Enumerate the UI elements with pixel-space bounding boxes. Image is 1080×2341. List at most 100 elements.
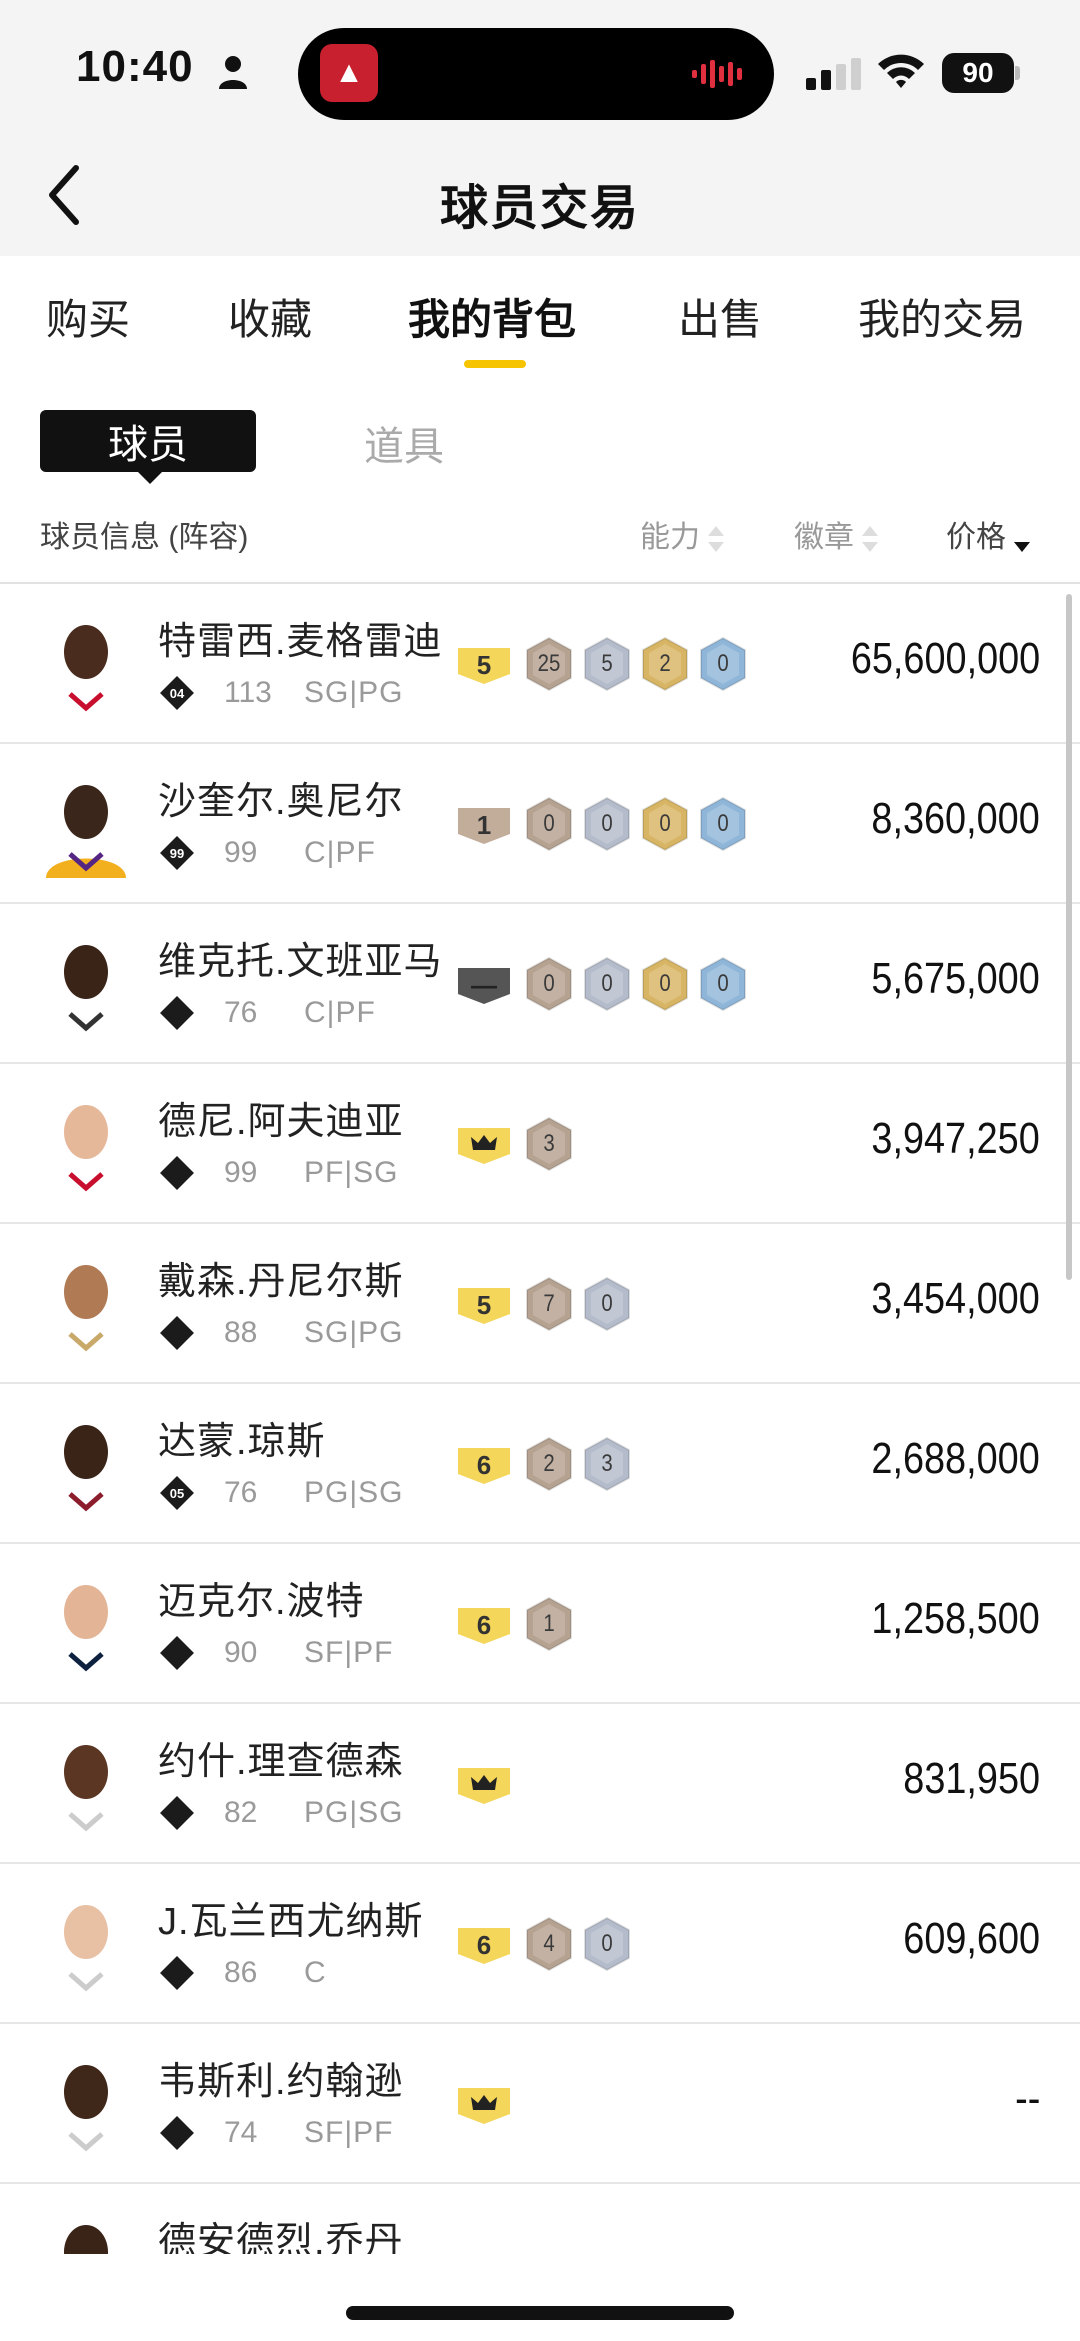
home-indicator[interactable] xyxy=(346,2306,734,2320)
player-overall: 86 xyxy=(224,1956,258,1989)
player-avatar xyxy=(46,1265,126,1358)
player-price: 3,454,000 xyxy=(871,1274,1040,1323)
main-tabs: 购买 收藏 我的背包 出售 我的交易 xyxy=(0,256,1080,386)
badge-count: 0 xyxy=(601,1290,613,1317)
wifi-icon xyxy=(878,54,924,88)
badge-hexagon: 0 xyxy=(698,636,748,692)
level-badge: 5 xyxy=(458,1284,510,1324)
badge-count: 5 xyxy=(601,650,613,677)
player-position: SF|PF xyxy=(304,1636,394,1669)
badge-count: 4 xyxy=(543,1930,555,1957)
player-tier xyxy=(160,2116,194,2150)
player-row[interactable]: 德尼.阿夫迪亚 99 PF|SG 3 3,947,250 xyxy=(0,1064,1080,1224)
player-name: J.瓦兰西尤纳斯 xyxy=(158,1901,424,1943)
badge-hexagon: 2 xyxy=(640,636,690,692)
player-avatar xyxy=(46,945,126,1038)
badge-count: 1 xyxy=(543,1610,555,1637)
player-row[interactable]: 韦斯利.约翰逊 74 SF|PF -- xyxy=(0,2024,1080,2184)
badge-count: 0 xyxy=(601,810,613,837)
scrollbar[interactable] xyxy=(1066,594,1072,1280)
crown-level-icon xyxy=(458,1764,510,1804)
column-price[interactable]: 价格 xyxy=(946,512,1030,556)
badge-count: 3 xyxy=(543,1130,555,1157)
rating-diamond-icon: 05 xyxy=(160,1476,194,1510)
player-tier xyxy=(160,1796,194,1830)
badge-count: 0 xyxy=(543,970,555,997)
player-avatar xyxy=(46,625,126,718)
player-price: 8,360,000 xyxy=(871,794,1040,843)
player-row[interactable]: 维克托.文班亚马 76 C|PF — 0 0 0 0 5,675,000 xyxy=(0,904,1080,1064)
level-badge: 6 xyxy=(458,1444,510,1484)
player-overall: 82 xyxy=(224,1796,258,1829)
badge-count: 0 xyxy=(717,650,729,677)
player-price: 1,258,500 xyxy=(871,1594,1040,1643)
player-name: 沙奎尔.奥尼尔 xyxy=(158,781,404,823)
badge-hexagon: 2 xyxy=(524,1436,574,1492)
player-overall: 99 xyxy=(224,836,258,869)
player-tier: 99 xyxy=(169,845,185,861)
level-value: 6 xyxy=(476,1610,492,1640)
crown-icon xyxy=(471,1775,497,1790)
badge-count: 0 xyxy=(717,810,729,837)
player-row[interactable]: 特雷西.麦格雷迪 04 113 SG|PG 5 25 5 2 0 65,600,000 xyxy=(0,584,1080,744)
badge-hexagon: 4 xyxy=(524,1916,574,1972)
player-list[interactable]: 特雷西.麦格雷迪 04 113 SG|PG 5 25 5 2 0 65,600,000 沙奎尔.奥尼… xyxy=(0,584,1080,2254)
badge-hexagon: 0 xyxy=(582,1916,632,1972)
player-row[interactable]: 迈克尔.波特 90 SF|PF 6 1 1,258,500 xyxy=(0,1544,1080,1704)
tab-my-backpack[interactable]: 我的背包 xyxy=(408,286,576,347)
player-position: C|PF xyxy=(304,836,376,869)
sort-icon xyxy=(708,526,724,553)
badge-hexagon: 0 xyxy=(524,796,574,852)
player-position: C xyxy=(304,1956,327,1989)
player-price: 831,950 xyxy=(903,1754,1040,1803)
player-price: 65,600,000 xyxy=(850,634,1040,683)
column-ability[interactable]: 能力 xyxy=(640,512,724,556)
badge-hexagon: 0 xyxy=(640,956,690,1012)
subtab-items[interactable]: 道具 xyxy=(364,414,444,472)
player-row[interactable]: 沙奎尔.奥尼尔 99 99 C|PF 1 0 0 0 0 8,360,000 xyxy=(0,744,1080,904)
crown-icon xyxy=(471,1135,497,1150)
player-row[interactable]: J.瓦兰西尤纳斯 86 C 6 4 0 609,600 xyxy=(0,1864,1080,2024)
battery-indicator: 90 xyxy=(942,53,1020,93)
player-overall: 88 xyxy=(224,1316,258,1349)
column-badge[interactable]: 徽章 xyxy=(794,512,878,556)
player-overall: 74 xyxy=(224,2116,258,2149)
page-title: 球员交易 xyxy=(439,182,640,235)
tab-my-trades[interactable]: 我的交易 xyxy=(858,286,1026,347)
active-tab-indicator xyxy=(464,360,526,368)
dynamic-island[interactable]: ▲ xyxy=(298,28,774,120)
level-value: 6 xyxy=(476,1930,492,1960)
badge-hexagon: 0 xyxy=(582,796,632,852)
rating-diamond-icon: 99 xyxy=(160,836,194,870)
player-row[interactable]: 约什.理查德森 82 PG|SG 831,950 xyxy=(0,1704,1080,1864)
player-row[interactable]: 达蒙.琼斯 05 76 PG|SG 6 2 3 2,688,000 xyxy=(0,1384,1080,1544)
level-badge: 6 xyxy=(458,1604,510,1644)
rating-diamond-icon xyxy=(160,1796,194,1830)
person-icon xyxy=(219,56,247,89)
player-row[interactable]: 德安德烈.乔丹 xyxy=(0,2184,1080,2254)
player-name: 约什.理查德森 xyxy=(158,1741,404,1783)
player-overall: 76 xyxy=(224,996,258,1029)
tab-buy[interactable]: 购买 xyxy=(46,286,130,347)
tab-favorites[interactable]: 收藏 xyxy=(228,286,312,347)
player-row[interactable]: 戴森.丹尼尔斯 88 SG|PG 5 7 0 3,454,000 xyxy=(0,1224,1080,1384)
badge-hexagon: 0 xyxy=(698,796,748,852)
player-position: SG|PG xyxy=(304,1316,404,1349)
rating-diamond-icon xyxy=(160,2116,194,2150)
badge-count: 0 xyxy=(717,970,729,997)
subtab-players[interactable]: 球员 xyxy=(40,410,256,484)
crown-level-icon xyxy=(458,2084,510,2124)
player-tier xyxy=(160,1956,194,1990)
player-avatar xyxy=(46,1585,126,1678)
rating-diamond-icon xyxy=(160,1956,194,1990)
badge-count: 7 xyxy=(543,1290,555,1317)
player-name: 迈克尔.波特 xyxy=(158,1581,365,1623)
tab-sell[interactable]: 出售 xyxy=(678,286,762,347)
column-price-label: 价格 xyxy=(946,521,1006,554)
player-price: 3,947,250 xyxy=(871,1114,1040,1163)
column-badge-label: 徽章 xyxy=(794,521,854,554)
player-avatar xyxy=(46,785,126,878)
badge-count: 2 xyxy=(659,650,671,677)
status-time: 10:40 xyxy=(76,42,194,91)
player-position: C|PF xyxy=(304,996,376,1029)
